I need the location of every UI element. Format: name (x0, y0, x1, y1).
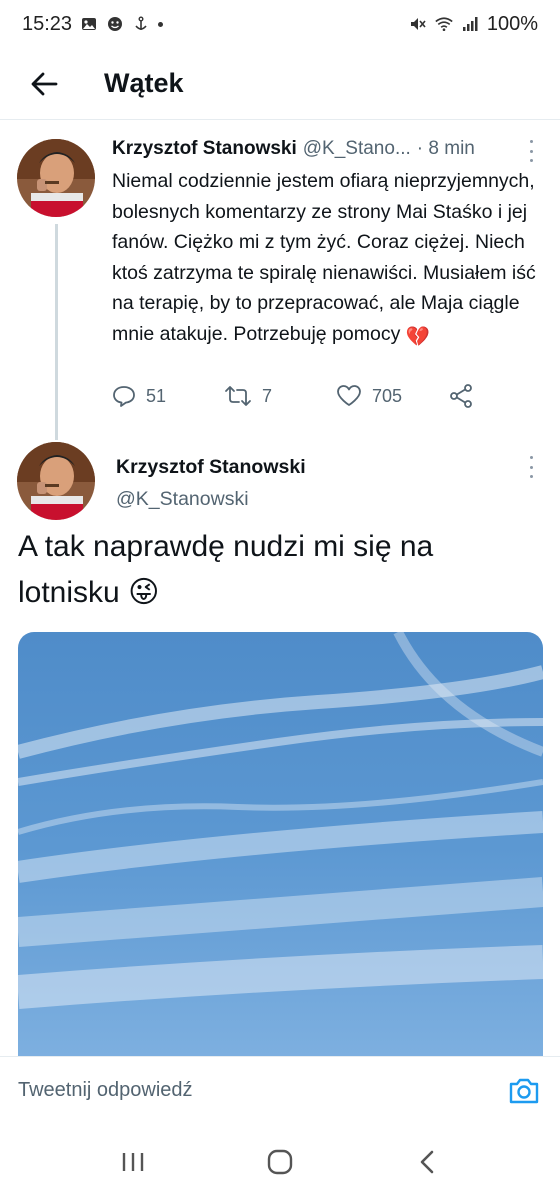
wifi-icon (435, 15, 453, 33)
app-header: Wątek (0, 48, 560, 120)
more-vertical-icon[interactable] (527, 456, 535, 478)
page-title: Wątek (104, 68, 184, 98)
tweet-text-body: Niemal codziennie jestem ofiarą nieprzyj… (112, 170, 536, 345)
retweet-count: 7 (262, 385, 273, 406)
share-icon (450, 384, 472, 408)
arrow-left-icon (31, 72, 58, 95)
retweet-button[interactable]: 7 (224, 384, 336, 408)
home-button[interactable] (250, 1132, 310, 1192)
tweet-text: Niemal codziennie jestem ofiarą nieprzyj… (112, 166, 548, 352)
status-right: 100% (409, 13, 538, 36)
mute-icon (409, 15, 427, 33)
reply-button[interactable]: 51 (112, 384, 224, 408)
parent-tweet-header: Krzysztof Stanowski @K_Stano... · 8 min (112, 138, 542, 160)
camera-icon (509, 1078, 539, 1103)
reply-count: 51 (146, 385, 167, 406)
recents-button[interactable] (103, 1132, 163, 1192)
tweet-photo[interactable] (18, 632, 543, 1062)
share-button[interactable] (448, 383, 474, 409)
recents-icon (123, 1153, 144, 1171)
author-handle[interactable]: @K_Stano... (303, 138, 411, 160)
anchor-notification-icon (132, 15, 150, 33)
thread-connector-line (55, 224, 58, 440)
heart-icon (337, 385, 361, 406)
winking-tongue-emoji: 😜 (128, 576, 160, 609)
gallery-notification-icon (80, 15, 98, 33)
tweet-time: · 8 min (416, 138, 475, 159)
back-button[interactable] (24, 64, 64, 104)
more-notifications-dot-icon (158, 21, 164, 27)
system-nav-bar (0, 1124, 560, 1200)
tweet-actions: 51 7 705 (112, 380, 532, 412)
reply-composer-bar: Tweetnij odpowiedź (0, 1056, 560, 1124)
like-count: 705 (372, 385, 403, 406)
status-left: 15:23 (22, 12, 164, 36)
camera-button[interactable] (506, 1073, 542, 1109)
tweet-text-body: A tak naprawdę nudzi mi się na lotnisku (18, 530, 434, 609)
broken-heart-emoji: 💔 (405, 325, 431, 348)
status-time: 15:23 (22, 12, 73, 35)
author-name[interactable]: Krzysztof Stanowski (116, 456, 306, 479)
home-icon (267, 1149, 293, 1175)
avatar[interactable] (17, 442, 95, 520)
parent-tweet[interactable]: Krzysztof Stanowski @K_Stano... · 8 min … (0, 122, 560, 430)
tweet-text: A tak naprawdę nudzi mi się na lotnisku … (18, 524, 538, 616)
nav-back-icon (420, 1150, 433, 1174)
signal-icon (461, 15, 479, 33)
system-back-button[interactable] (397, 1132, 457, 1192)
retweet-icon (225, 386, 251, 406)
author-handle[interactable]: @K_Stanowski (116, 488, 249, 511)
avatar[interactable] (17, 139, 95, 217)
face-notification-icon (106, 15, 124, 33)
reply-bubble-icon (113, 386, 135, 407)
reply-input[interactable]: Tweetnij odpowiedź (18, 1079, 193, 1102)
status-bar: 15:23 100% (0, 0, 560, 48)
like-button[interactable]: 705 (336, 384, 448, 408)
author-name[interactable]: Krzysztof Stanowski (112, 138, 297, 160)
more-vertical-icon[interactable] (527, 140, 535, 162)
battery-text: 100% (486, 12, 538, 35)
